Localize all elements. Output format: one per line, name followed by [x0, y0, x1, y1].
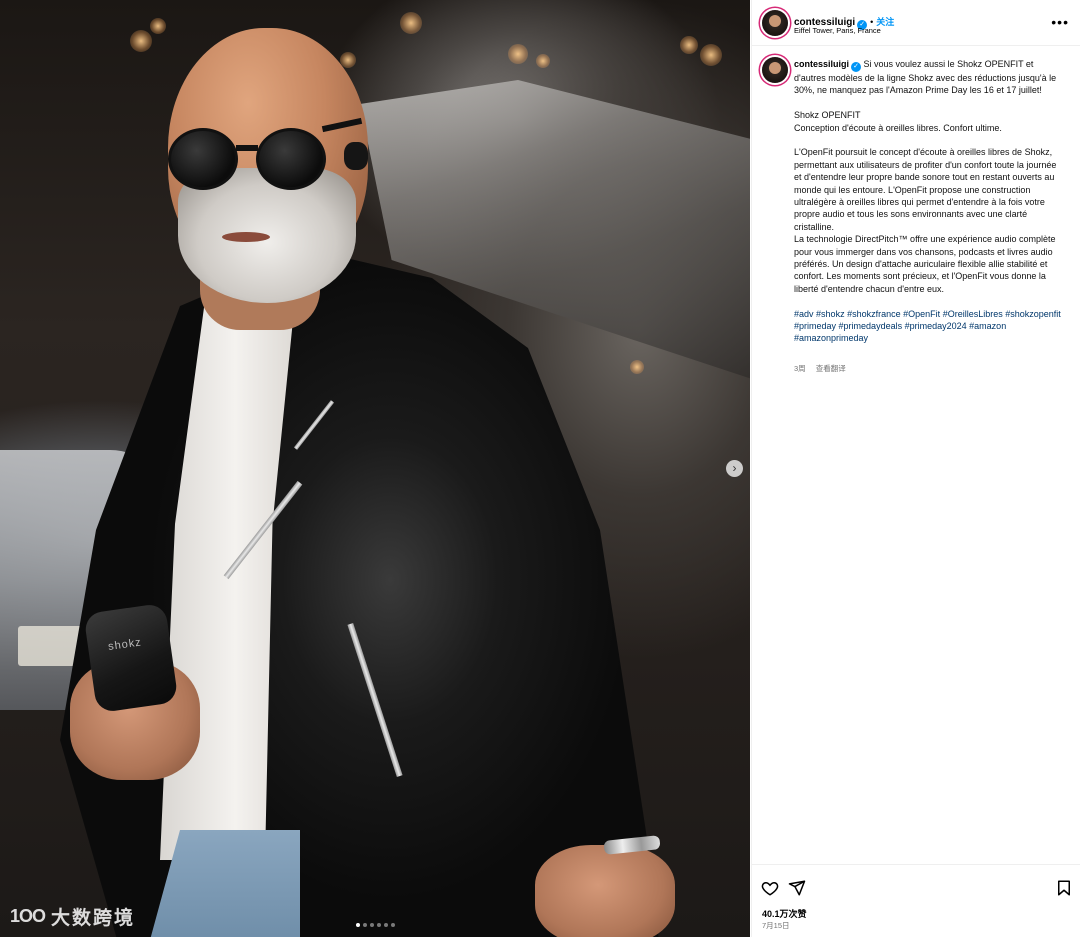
carousel-dot	[356, 923, 360, 927]
post-side-panel: contessiluigi ✓ • 关注 Eiffel Tower, Paris, F…	[751, 0, 1080, 937]
sunglasses-right-lens	[256, 128, 326, 190]
caption-product-tagline: Conception d'écoute à oreilles libres. C…	[794, 122, 1002, 133]
hashtag-link[interactable]: #primeday2024	[905, 321, 967, 331]
caption-product-name: Shokz OPENFIT	[794, 110, 861, 121]
post-date: 7月15日	[762, 921, 790, 930]
carousel-dots	[356, 923, 395, 927]
caption-paragraph-1: L'OpenFit poursuit le concept d'écoute à…	[794, 147, 1057, 232]
share-icon[interactable]	[788, 879, 806, 897]
verified-icon: ✓	[851, 62, 862, 72]
carousel-dot	[391, 923, 395, 927]
post-header: contessiluigi ✓ • 关注 Eiffel Tower, Paris, F…	[752, 0, 1080, 46]
caption-username[interactable]: contessiluigi	[794, 59, 849, 69]
bokeh-light	[700, 44, 722, 66]
license-plate	[18, 626, 82, 666]
sunglasses-bridge	[236, 145, 258, 151]
more-icon[interactable]: •••	[1051, 14, 1069, 30]
hashtag-link[interactable]: #shokzfrance	[847, 309, 901, 319]
hashtag-link[interactable]: #shokz	[816, 309, 845, 319]
caption: contessiluigi ✓ Si vous voulez aussi le S…	[794, 58, 1066, 345]
watermark-logo: 1OO	[10, 906, 46, 926]
bokeh-light	[130, 30, 152, 52]
carousel-dot	[377, 923, 381, 927]
hashtag-link[interactable]: #shokzopenfit	[1005, 309, 1061, 319]
time-ago: 3周	[794, 364, 806, 373]
bokeh-light	[508, 44, 528, 64]
heart-icon[interactable]	[761, 879, 779, 897]
bokeh-light	[630, 360, 644, 374]
caption-paragraph-2: La technologie DirectPitch™ offre une ex…	[794, 234, 1056, 294]
hashtag-link[interactable]: #amazonprimeday	[794, 333, 868, 343]
hashtag-link[interactable]: #primedaydeals	[839, 321, 903, 331]
watermark-text: 大数跨境	[51, 908, 136, 929]
bokeh-light	[680, 36, 698, 54]
case-brand-label: shokz	[107, 636, 143, 654]
sunglasses-left-lens	[168, 128, 238, 190]
caption-meta: 3周 查看翻译	[794, 363, 846, 374]
avatar[interactable]	[762, 10, 788, 36]
carousel-dot	[370, 923, 374, 927]
hashtag-link[interactable]: #amazon	[969, 321, 1006, 331]
chevron-right-icon: ›	[732, 461, 737, 475]
caption-intro-line: contessiluigi ✓ Si vous voulez aussi le S…	[794, 58, 1066, 97]
watermark: 1OO 大数跨境	[10, 903, 135, 930]
caption-avatar[interactable]	[762, 57, 788, 83]
hashtag-link[interactable]: #adv	[794, 309, 814, 319]
carousel-dot	[384, 923, 388, 927]
bokeh-light	[150, 18, 166, 34]
carousel-next-button[interactable]: ›	[726, 460, 743, 477]
hashtag-link[interactable]: #OreillesLibres	[943, 309, 1003, 319]
bookmark-icon[interactable]	[1055, 879, 1073, 897]
action-bar: 40.1万次赞 7月15日	[752, 864, 1080, 937]
location-link[interactable]: Eiffel Tower, Paris, France	[794, 26, 881, 35]
hashtag-link[interactable]: #primeday	[794, 321, 836, 331]
hashtag-link[interactable]: #OpenFit	[903, 309, 940, 319]
hashtags: #adv #shokz #shokzfrance #OpenFit #Oreil…	[794, 308, 1066, 345]
bokeh-light	[400, 12, 422, 34]
earbuds-case: shokz	[83, 602, 179, 714]
leather-jacket	[60, 250, 660, 937]
post-photo[interactable]: shokz › 1OO 大数跨境	[0, 0, 750, 937]
mouth	[222, 232, 270, 242]
see-translation-link[interactable]: 查看翻译	[816, 364, 846, 373]
bokeh-light	[536, 54, 550, 68]
likes-count[interactable]: 40.1万次赞	[762, 907, 807, 920]
carousel-dot	[363, 923, 367, 927]
earbud	[344, 142, 368, 170]
right-hand	[535, 845, 675, 937]
